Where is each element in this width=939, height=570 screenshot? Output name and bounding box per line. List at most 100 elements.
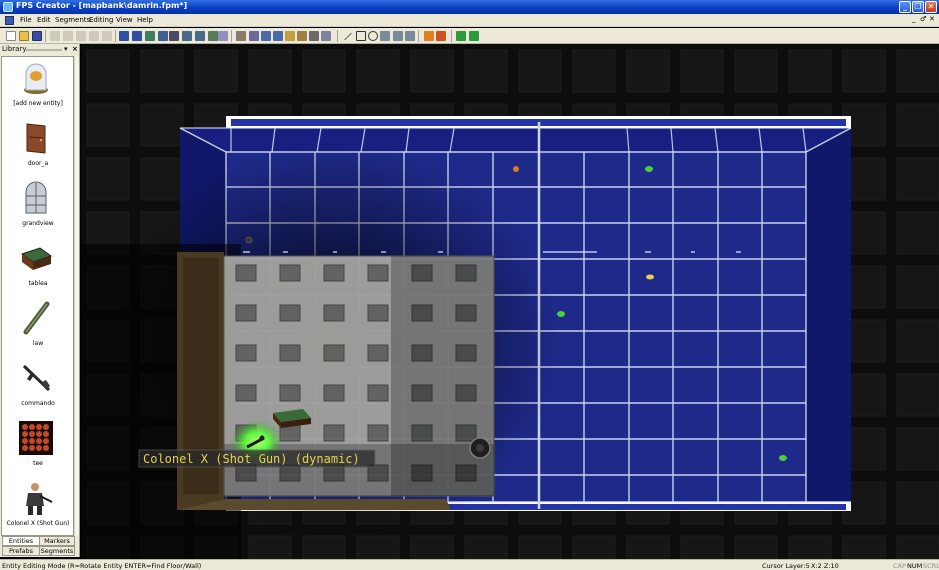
tab-markers[interactable]: Markers bbox=[39, 536, 75, 546]
window-icon bbox=[25, 181, 47, 214]
library-header: Library ▾ × bbox=[2, 45, 78, 54]
list-item[interactable]: door_a bbox=[2, 117, 73, 177]
entity-marker-dark[interactable] bbox=[245, 236, 253, 244]
library-pin-button[interactable]: ▾ bbox=[64, 45, 68, 53]
map-canvas[interactable]: Colonel X (Shot Gun) (dynamic) bbox=[81, 44, 939, 559]
entity-list: [add new entity] door_a grandview tablea… bbox=[1, 56, 74, 536]
close-button[interactable]: ✕ bbox=[925, 1, 937, 13]
menu-file[interactable]: File bbox=[20, 16, 32, 24]
menu-editing[interactable]: Editing bbox=[89, 16, 113, 24]
status-cursor-layer: Cursor Layer:5 bbox=[762, 562, 810, 570]
mdi-minimize-button[interactable]: _ bbox=[912, 15, 916, 23]
waypoint-icon[interactable] bbox=[182, 31, 192, 41]
rotate-icon[interactable] bbox=[249, 31, 259, 41]
list-item[interactable]: law bbox=[2, 297, 73, 357]
tee-icon bbox=[19, 421, 53, 455]
picker-tool-icon[interactable] bbox=[393, 31, 403, 41]
save-icon[interactable] bbox=[32, 31, 42, 41]
document-icon[interactable] bbox=[5, 16, 14, 25]
draw-icon[interactable] bbox=[195, 31, 205, 41]
toolbar-separator bbox=[45, 30, 46, 42]
paste-icon[interactable] bbox=[76, 31, 86, 41]
copy-icon[interactable] bbox=[63, 31, 73, 41]
segment-icon[interactable] bbox=[169, 31, 179, 41]
table-icon bbox=[20, 247, 53, 270]
entity-marker-green[interactable] bbox=[557, 311, 565, 317]
view-overhead-icon[interactable] bbox=[145, 31, 155, 41]
layer-up-icon[interactable] bbox=[119, 31, 129, 41]
brush-tool-icon[interactable] bbox=[405, 31, 415, 41]
list-item-label: tee bbox=[33, 460, 43, 467]
flip-icon[interactable] bbox=[261, 31, 271, 41]
list-item[interactable]: grandview bbox=[2, 177, 73, 237]
entity-marker-green[interactable] bbox=[779, 455, 787, 461]
undo-icon[interactable] bbox=[89, 31, 99, 41]
minimize-button[interactable]: _ bbox=[899, 1, 911, 13]
paint-icon[interactable] bbox=[236, 31, 246, 41]
entity-tool-icon[interactable] bbox=[297, 31, 307, 41]
list-item[interactable]: [add new entity] bbox=[2, 57, 73, 117]
list-item[interactable]: tablea bbox=[2, 237, 73, 297]
list-item[interactable]: commando bbox=[2, 357, 73, 417]
menu-view[interactable]: View bbox=[116, 16, 133, 24]
entity-marker-green[interactable] bbox=[645, 166, 653, 172]
menu-bar: File Edit Segments Editing View Help _ ♂… bbox=[0, 14, 939, 27]
menu-help[interactable]: Help bbox=[137, 16, 153, 24]
flag-icon[interactable] bbox=[424, 31, 434, 41]
maximize-button[interactable]: ❐ bbox=[912, 1, 924, 13]
library-tabs-row1: Entities Markers bbox=[2, 536, 75, 546]
menu-segments[interactable]: Segments bbox=[55, 16, 90, 24]
toolbar-separator bbox=[115, 30, 116, 42]
rectangle-tool-icon[interactable] bbox=[356, 31, 366, 41]
open-icon[interactable] bbox=[19, 31, 29, 41]
toolbar-separator bbox=[451, 30, 452, 42]
fill-tool-icon[interactable] bbox=[380, 31, 390, 41]
flag-alt-icon[interactable] bbox=[436, 31, 446, 41]
tab-entities[interactable]: Entities bbox=[2, 536, 40, 546]
redo-icon[interactable] bbox=[102, 31, 112, 41]
status-caps: CAP bbox=[893, 562, 906, 570]
pick-icon[interactable] bbox=[285, 31, 295, 41]
library-close-button[interactable]: × bbox=[72, 45, 78, 53]
app-icon bbox=[3, 2, 13, 12]
mdi-restore-button[interactable]: ♂ bbox=[920, 15, 926, 23]
concrete-structure bbox=[177, 252, 495, 510]
list-item[interactable]: Colonel X (Shot Gun) bbox=[2, 477, 73, 535]
editor-viewport[interactable]: Colonel X (Shot Gun) (dynamic) bbox=[81, 44, 939, 559]
tab-segments[interactable]: Segments bbox=[39, 546, 75, 556]
mdi-close-button[interactable]: ✕ bbox=[929, 15, 935, 23]
view-zoom-icon[interactable] bbox=[158, 31, 168, 41]
window-title: FPS Creator - [mapbank\damrin.fpm*] bbox=[16, 1, 188, 10]
add-entity-icon bbox=[24, 63, 48, 94]
list-item[interactable]: tee bbox=[2, 417, 73, 477]
entity-marker-yellow[interactable] bbox=[646, 274, 654, 280]
tab-prefabs[interactable]: Prefabs bbox=[2, 546, 40, 556]
ellipse-tool-icon[interactable] bbox=[368, 31, 378, 41]
barrel-entity[interactable] bbox=[469, 437, 491, 459]
build-game-icon[interactable] bbox=[456, 31, 466, 41]
status-scrl: SCRL bbox=[923, 562, 939, 570]
line-tool-icon[interactable] bbox=[344, 32, 352, 41]
new-icon[interactable] bbox=[6, 31, 16, 41]
entity-marker-orange[interactable] bbox=[513, 166, 519, 172]
library-scrollbar[interactable] bbox=[74, 56, 79, 536]
entity-label-box: Colonel X (Shot Gun) (dynamic) bbox=[138, 449, 376, 468]
magnify-icon[interactable] bbox=[218, 31, 228, 41]
select-area-icon[interactable] bbox=[321, 31, 331, 41]
status-coords: X:2 Z:10 bbox=[811, 562, 839, 570]
entity-label-text: Colonel X (Shot Gun) (dynamic) bbox=[143, 452, 360, 466]
mirror-icon[interactable] bbox=[273, 31, 283, 41]
list-item-label: [add new entity] bbox=[13, 100, 63, 107]
test-level-icon[interactable] bbox=[208, 31, 218, 41]
test-game-icon[interactable] bbox=[469, 31, 479, 41]
panel-grip[interactable] bbox=[26, 49, 62, 51]
menu-edit[interactable]: Edit bbox=[37, 16, 51, 24]
layer-down-icon[interactable] bbox=[132, 31, 142, 41]
cut-icon[interactable] bbox=[50, 31, 60, 41]
toolbar-separator bbox=[231, 30, 232, 42]
toolbar bbox=[0, 28, 939, 44]
status-bar: Entity Editing Mode (R=Rotate Entity ENT… bbox=[0, 559, 939, 570]
rifle-icon bbox=[22, 364, 51, 392]
rocket-launcher-icon bbox=[23, 301, 50, 335]
marker-tool-icon[interactable] bbox=[309, 31, 319, 41]
